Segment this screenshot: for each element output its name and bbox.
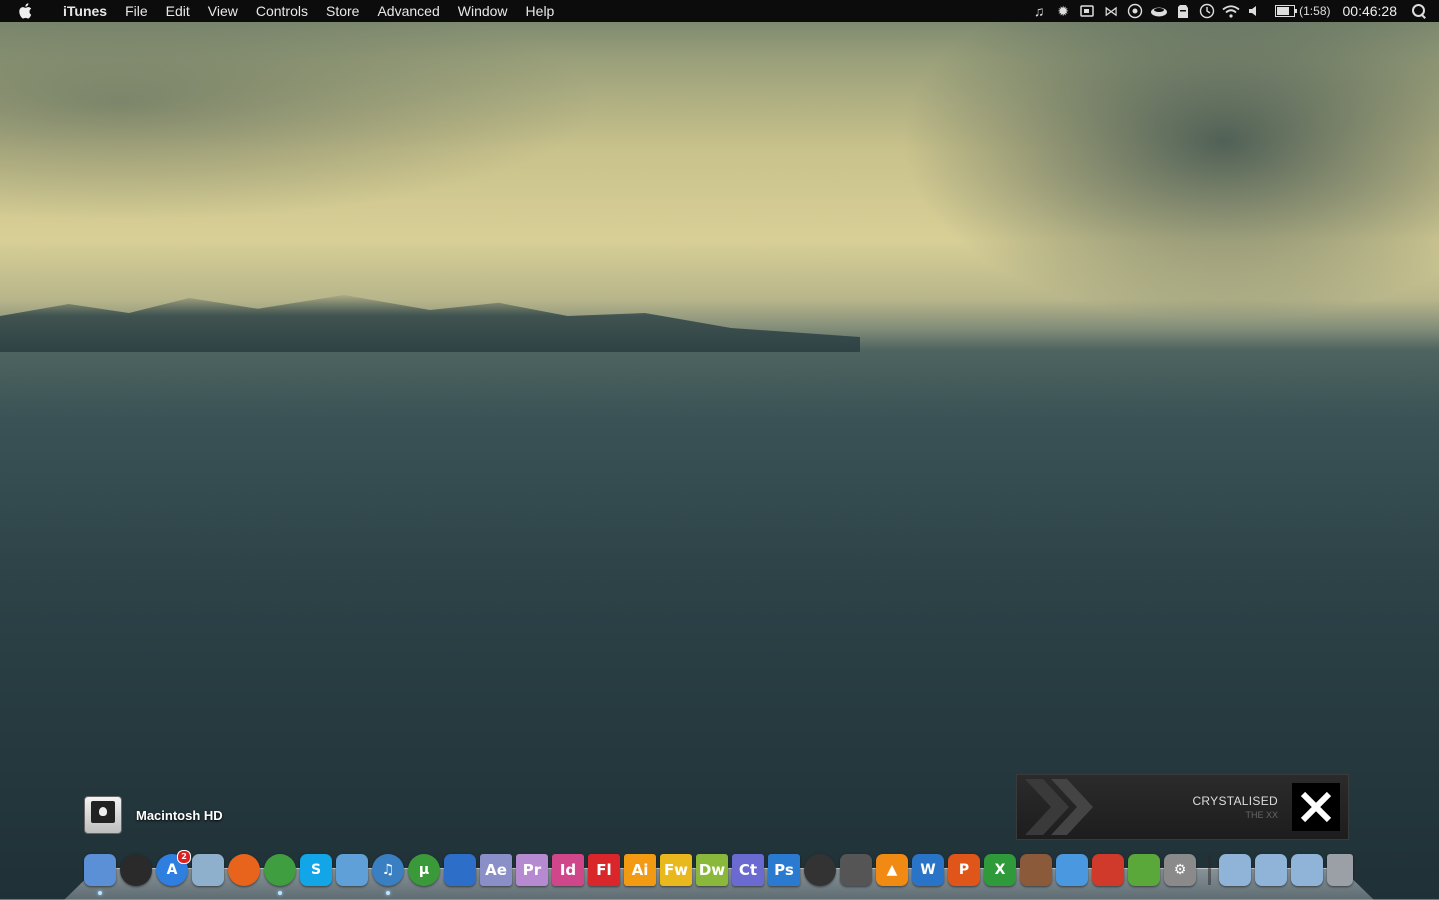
after-effects-glyph: Ae [485,861,507,879]
adium-icon[interactable] [444,854,476,886]
drive-label: Macintosh HD [136,807,223,823]
menu-file[interactable]: File [116,0,157,22]
downloads-folder-icon[interactable] [1291,854,1323,886]
powerpoint-icon[interactable]: P [948,854,980,886]
music-note-icon[interactable]: ♫ [1027,0,1051,22]
menu-help[interactable]: Help [517,0,564,22]
track-artist: THE XX [1245,810,1278,820]
time-machine-icon[interactable] [1195,0,1219,22]
contribute-icon[interactable]: Ct [732,854,764,886]
wallpaper-clouds-left [0,22,600,222]
chrome-icon[interactable] [264,854,296,895]
running-indicator [98,891,102,895]
documents-folder-icon[interactable] [1219,854,1251,886]
vlc-icon[interactable]: ▲ [876,854,908,886]
app-store-glyph: A [166,862,178,878]
dock: A 2 S ♫ µ Ae Pr Id Fl Ai Fw Dw Ct Ps ▲ W P X ⚙ [84,850,1357,895]
after-effects-icon[interactable]: Ae [480,854,512,886]
apple-menu-icon[interactable] [18,2,38,20]
dreamweaver-icon[interactable]: Dw [696,854,728,886]
excel-icon[interactable]: X [984,854,1016,886]
menu-window[interactable]: Window [449,0,517,22]
flash-glyph: Fl [596,861,612,879]
fireworks-glyph: Fw [663,861,689,879]
illustrator-icon[interactable]: Ai [624,854,656,886]
powerpoint-glyph: P [958,862,970,878]
wallpaper-clouds-right [900,22,1439,322]
contribute-glyph: Ct [738,861,758,879]
finder-icon[interactable] [84,854,116,895]
running-indicator [386,891,390,895]
utorrent-icon[interactable]: µ [408,854,440,886]
dropbox-icon[interactable] [1056,854,1088,886]
indesign-glyph: Id [559,861,577,879]
vlc-glyph: ▲ [886,862,898,878]
coconut-icon[interactable] [1020,854,1052,886]
cloud-icon[interactable] [1147,0,1171,22]
now-playing-widget: CRYSTALISED THE XX [1016,774,1349,840]
premiere-glyph: Pr [522,861,542,879]
desktop-drive-macintosh-hd[interactable]: Macintosh HD [84,796,223,834]
running-indicator [278,891,282,895]
spotlight-search-icon[interactable] [1411,3,1427,19]
excel-glyph: X [994,862,1006,878]
wallpaper-mountains [0,295,860,352]
system-preferences-icon[interactable]: ⚙ [1164,854,1196,886]
skype-glyph: S [310,862,322,878]
chevrons-icon [1025,779,1093,835]
messenger-icon[interactable] [336,854,368,886]
hard-drive-icon [84,796,122,834]
word-glyph: W [920,862,936,878]
trash-icon[interactable] [1327,854,1353,886]
skype-icon[interactable]: S [300,854,332,886]
update-badge: 2 [177,850,191,864]
word-icon[interactable]: W [912,854,944,886]
fireworks-icon[interactable]: Fw [660,854,692,886]
battery-status[interactable]: (1:58) [1275,4,1331,18]
evernote-dock-icon[interactable] [1128,854,1160,886]
menu-view[interactable]: View [199,0,247,22]
growl-icon[interactable] [1123,0,1147,22]
dashboard-icon[interactable] [120,854,152,886]
wifi-icon[interactable] [1219,0,1243,22]
display-icon[interactable] [1075,0,1099,22]
pdf-icon[interactable] [1092,854,1124,886]
photoshop-icon[interactable]: Ps [768,854,800,886]
indesign-icon[interactable]: Id [552,854,584,886]
menu-clock[interactable]: 00:46:28 [1343,3,1398,19]
aperture-icon[interactable] [804,854,836,886]
illustrator-glyph: Ai [631,861,649,879]
final-cut-icon[interactable] [840,854,872,886]
menu-edit[interactable]: Edit [157,0,199,22]
battery-icon [1275,5,1298,17]
menu-store[interactable]: Store [317,0,368,22]
dock-separator [1208,855,1211,885]
bowtie-icon[interactable]: ⋈ [1099,0,1123,22]
photoshop-glyph: Ps [774,861,794,879]
close-icon[interactable] [1292,783,1340,831]
flash-icon[interactable]: Fl [588,854,620,886]
utorrent-glyph: µ [418,862,430,878]
menu-controls[interactable]: Controls [247,0,317,22]
system-preferences-glyph: ⚙ [1173,862,1187,878]
dreamweaver-glyph: Dw [698,861,726,879]
itunes-glyph: ♫ [381,862,395,878]
firefox-icon[interactable] [228,854,260,886]
itunes-icon[interactable]: ♫ [372,854,404,895]
volume-icon[interactable] [1243,0,1267,22]
premiere-icon[interactable]: Pr [516,854,548,886]
battery-time: (1:58) [1299,4,1331,18]
gear-sun-icon[interactable]: ✹ [1051,0,1075,22]
menu-advanced[interactable]: Advanced [368,0,448,22]
track-title: CRYSTALISED [1192,794,1278,808]
evernote-icon[interactable] [1171,0,1195,22]
applications-folder-icon[interactable] [1255,854,1287,886]
menu-app-name[interactable]: iTunes [54,0,116,22]
app-store-icon[interactable]: A2 [156,850,191,886]
preview-icon[interactable] [192,854,224,886]
menu-bar: iTunes File Edit View Controls Store Adv… [0,0,1439,22]
